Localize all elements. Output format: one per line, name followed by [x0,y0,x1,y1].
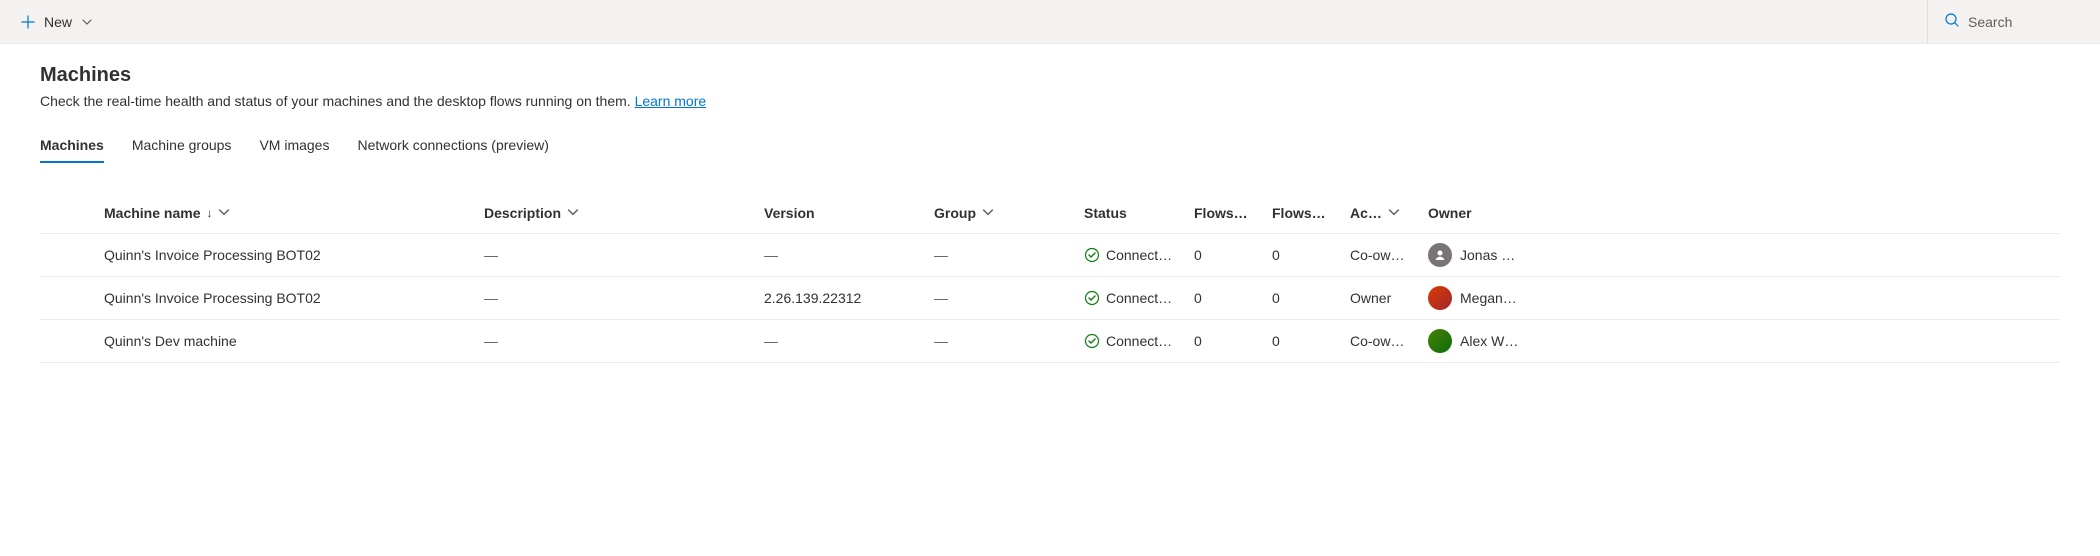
status-text: Connect… [1106,333,1172,349]
row-select[interactable] [40,246,96,264]
row-select[interactable] [40,289,96,307]
column-label: Description [484,205,561,221]
plus-icon [20,14,36,30]
status-text: Connect… [1106,247,1172,263]
column-label: Group [934,205,976,221]
owner-cell: Megan… [1420,286,1520,310]
owner-name: Jonas … [1460,247,1515,263]
access-cell: Co-ow… [1342,333,1420,349]
tab-list: Machines Machine groups VM images Networ… [40,129,2060,164]
chevron-down-icon [982,205,994,221]
tab-label: Network connections (preview) [357,137,548,153]
machine-name-cell[interactable]: Quinn's Invoice Processing BOT02 [96,247,476,263]
tab-machines[interactable]: Machines [40,129,104,163]
check-circle-icon [1084,333,1100,349]
flows-queued-cell: 0 [1264,290,1342,306]
column-label: Ac… [1350,205,1382,221]
flows-running-cell: 0 [1186,247,1264,263]
avatar [1428,286,1452,310]
flows-queued-cell: 0 [1264,333,1342,349]
arrow-down-icon: ↓ [206,206,212,220]
status-cell: Connect… [1076,333,1186,349]
chevron-down-icon [1388,205,1400,221]
group-cell: — [926,333,1076,349]
column-machine-name[interactable]: Machine name ↓ [96,205,476,221]
tab-label: VM images [259,137,329,153]
content-area: Machines Check the real-time health and … [0,44,2100,363]
page-description-text: Check the real-time health and status of… [40,93,631,109]
page-description: Check the real-time health and status of… [40,93,2060,109]
check-circle-icon [1084,290,1100,306]
table-row[interactable]: Quinn's Invoice Processing BOT02 — 2.26.… [40,277,2060,320]
machine-name-cell[interactable]: Quinn's Dev machine [96,333,476,349]
owner-cell: Jonas … [1420,243,1520,267]
status-text: Connect… [1106,290,1172,306]
column-description[interactable]: Description [476,205,756,221]
column-owner[interactable]: Owner [1420,205,1520,221]
new-button-label: New [44,14,72,30]
group-cell: — [926,290,1076,306]
command-bar-right [1927,0,2088,43]
status-cell: Connect… [1076,290,1186,306]
owner-name: Alex W… [1460,333,1518,349]
search-icon [1944,12,1960,31]
version-cell: — [756,247,926,263]
command-bar-left: New [12,8,100,36]
flows-running-cell: 0 [1186,290,1264,306]
tab-label: Machine groups [132,137,232,153]
tab-vm-images[interactable]: VM images [259,129,329,163]
version-cell: — [756,333,926,349]
machines-table: Machine name ↓ Description Version Group… [40,192,2060,363]
owner-cell: Alex W… [1420,329,1520,353]
new-button[interactable]: New [12,8,100,36]
description-cell: — [476,247,756,263]
table-header-row: Machine name ↓ Description Version Group… [40,192,2060,234]
machine-name-cell[interactable]: Quinn's Invoice Processing BOT02 [96,290,476,306]
tab-label: Machines [40,137,104,153]
group-cell: — [926,247,1076,263]
access-cell: Owner [1342,290,1420,306]
tab-network-connections[interactable]: Network connections (preview) [357,129,548,163]
row-select[interactable] [40,332,96,350]
column-label: Owner [1428,205,1472,221]
search-input[interactable] [1968,14,2088,30]
column-flows-running[interactable]: Flows… [1186,205,1264,221]
command-bar: New [0,0,2100,44]
column-version[interactable]: Version [756,205,926,221]
table-row[interactable]: Quinn's Dev machine — — — Connect… 0 0 C… [40,320,2060,363]
chevron-down-icon [567,205,579,221]
avatar [1428,243,1452,267]
description-cell: — [476,290,756,306]
search-box[interactable] [1944,12,2088,31]
column-label: Status [1084,205,1127,221]
tab-machine-groups[interactable]: Machine groups [132,129,232,163]
column-group[interactable]: Group [926,205,1076,221]
flows-running-cell: 0 [1186,333,1264,349]
column-label: Flows… [1272,205,1326,221]
column-status[interactable]: Status [1076,205,1186,221]
table-row[interactable]: Quinn's Invoice Processing BOT02 — — — C… [40,234,2060,277]
column-label: Flows… [1194,205,1248,221]
chevron-down-icon [82,14,92,30]
column-label: Version [764,205,815,221]
learn-more-link[interactable]: Learn more [635,93,707,109]
check-circle-icon [1084,247,1100,263]
status-cell: Connect… [1076,247,1186,263]
description-cell: — [476,333,756,349]
column-label: Machine name [104,205,200,221]
avatar [1428,329,1452,353]
chevron-down-icon [218,205,230,221]
flows-queued-cell: 0 [1264,247,1342,263]
version-cell: 2.26.139.22312 [756,290,926,306]
column-flows-queued[interactable]: Flows… [1264,205,1342,221]
owner-name: Megan… [1460,290,1517,306]
page-title: Machines [40,64,2060,87]
column-access[interactable]: Ac… [1342,205,1420,221]
access-cell: Co-ow… [1342,247,1420,263]
